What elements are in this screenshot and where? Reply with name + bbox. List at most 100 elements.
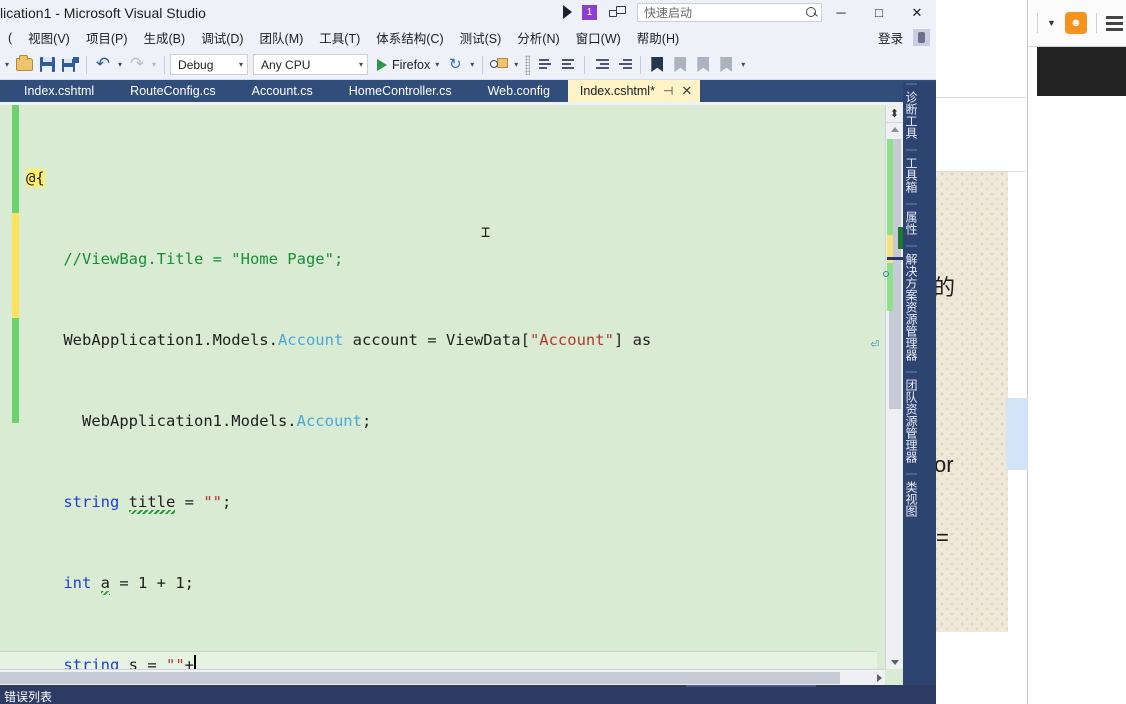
tab-index-cshtml[interactable]: Index.cshtml bbox=[6, 80, 112, 102]
maximize-button[interactable]: □ bbox=[860, 0, 898, 25]
scrollbar-marker-saved bbox=[887, 139, 893, 235]
menu-item-help[interactable]: 帮助(H) bbox=[629, 26, 687, 49]
toolbar-divider bbox=[1095, 13, 1097, 33]
toolbar-divider bbox=[640, 55, 642, 74]
notification-flag-icon[interactable] bbox=[563, 4, 579, 21]
close-icon[interactable]: ✕ bbox=[681, 83, 692, 99]
sign-in-link[interactable]: 登录 bbox=[878, 28, 903, 47]
tool-tab-team-explorer[interactable]: 团队资源管理器 bbox=[903, 370, 920, 472]
menu-item-0[interactable]: ( bbox=[0, 29, 20, 47]
navigate-backward-icon[interactable] bbox=[534, 54, 556, 76]
tool-tab-class-view[interactable]: 类视图 bbox=[903, 472, 920, 526]
chevron-down-icon: ▾ bbox=[239, 60, 244, 69]
start-debugging-button[interactable]: Firefox ▾ bbox=[373, 58, 443, 72]
menu-item-view[interactable]: 视图(V) bbox=[20, 26, 78, 49]
toolbar-grip[interactable] bbox=[525, 54, 531, 75]
scrollbar-marker-dot bbox=[883, 271, 889, 277]
chevron-down-icon[interactable]: ▾ bbox=[435, 60, 439, 69]
tab-routeconfig-cs[interactable]: RouteConfig.cs bbox=[112, 80, 233, 102]
navigate-forward-icon[interactable] bbox=[557, 54, 579, 76]
redo-dropdown-caret[interactable]: ▾ bbox=[149, 60, 159, 69]
find-in-files-icon[interactable] bbox=[488, 54, 510, 76]
open-file-icon[interactable] bbox=[13, 54, 35, 76]
screen: i 的 or = ▼ ☻ lication1 - Microsoft Visua… bbox=[0, 0, 1126, 704]
refresh-dropdown-caret[interactable]: ▾ bbox=[467, 60, 477, 69]
tab-index-cshtml-active[interactable]: Index.cshtml* ⊣ ✕ bbox=[567, 80, 701, 102]
tab-homecontroller-cs[interactable]: HomeController.cs bbox=[331, 80, 470, 102]
menu-item-window[interactable]: 窗口(W) bbox=[568, 26, 629, 49]
status-bar-text: 错误列表 bbox=[4, 690, 53, 704]
configuration-combo[interactable]: Debug ▾ bbox=[170, 54, 249, 75]
background-cell bbox=[930, 98, 1026, 172]
code-editor-viewport[interactable]: @{ //ViewBag.Title = "Home Page"; WebApp… bbox=[0, 105, 885, 669]
editor-vertical-scrollbar[interactable]: ⬍ bbox=[883, 105, 906, 669]
standard-toolbar: ▾ ↶ ▾ ↷ ▾ Debug ▾ Any CPU ▾ Firefox ▾ ↻ … bbox=[0, 50, 936, 80]
save-icon[interactable] bbox=[36, 54, 58, 76]
toolbar-divider bbox=[86, 55, 88, 74]
undo-icon[interactable]: ↶ bbox=[92, 54, 114, 76]
code-line: //ViewBag.Title = "Home Page"; bbox=[63, 250, 344, 268]
split-view-button[interactable]: ⬍ bbox=[886, 105, 903, 123]
code-text[interactable]: @{ //ViewBag.Title = "Home Page"; WebApp… bbox=[0, 111, 879, 669]
h-scrollbar-thumb[interactable] bbox=[0, 672, 840, 684]
chevron-down-icon: ▾ bbox=[359, 60, 364, 69]
toolbar-options-caret[interactable]: ▾ bbox=[738, 60, 748, 69]
toolbar-divider bbox=[1037, 13, 1038, 33]
notification-count-badge[interactable]: 1 bbox=[582, 5, 597, 20]
code-editor[interactable]: @{ //ViewBag.Title = "Home Page"; WebApp… bbox=[0, 105, 906, 685]
avatar-icon[interactable]: ☻ bbox=[1064, 12, 1087, 34]
uncomment-selection-icon[interactable] bbox=[613, 54, 635, 76]
tool-tab-toolbox[interactable]: 工具箱 bbox=[903, 148, 920, 202]
scroll-right-arrow[interactable] bbox=[877, 674, 882, 682]
minimize-button[interactable]: ─ bbox=[822, 0, 860, 25]
quick-launch-input[interactable]: 快速启动 bbox=[637, 3, 822, 22]
menu-bar-right: 登录 bbox=[878, 25, 936, 50]
change-bar bbox=[12, 105, 19, 669]
menu-item-build[interactable]: 生成(B) bbox=[136, 26, 194, 49]
editor-horizontal-scrollbar[interactable] bbox=[0, 669, 885, 685]
comment-selection-icon[interactable] bbox=[590, 54, 612, 76]
tool-window-tabs: 诊断工具 工具箱 属性 解决方案资源管理器 团队资源管理器 类视图 bbox=[903, 82, 936, 685]
scrollbar-thumb[interactable] bbox=[883, 139, 906, 409]
title-bar-right-controls: 1 快速启动 ─ □ ✕ bbox=[563, 0, 936, 25]
clear-bookmarks-icon[interactable] bbox=[715, 54, 737, 76]
menu-item-architecture[interactable]: 体系结构(C) bbox=[368, 26, 451, 49]
send-feedback-icon[interactable] bbox=[609, 5, 627, 20]
previous-bookmark-icon[interactable] bbox=[669, 54, 691, 76]
platform-combo[interactable]: Any CPU ▾ bbox=[253, 54, 369, 75]
background-highlight-block bbox=[1006, 398, 1028, 470]
code-line: WebApplication1.Models.Account account =… bbox=[63, 331, 879, 352]
next-bookmark-icon[interactable] bbox=[692, 54, 714, 76]
menu-item-debug[interactable]: 调试(D) bbox=[193, 26, 251, 49]
scroll-down-arrow[interactable] bbox=[891, 660, 899, 665]
tool-tab-solution-explorer[interactable]: 解决方案资源管理器 bbox=[903, 244, 920, 370]
refresh-icon[interactable]: ↻ bbox=[444, 54, 466, 76]
menu-item-tools[interactable]: 工具(T) bbox=[311, 26, 368, 49]
chevron-down-icon[interactable]: ▼ bbox=[1047, 18, 1056, 28]
redo-glyph: ↷ bbox=[129, 54, 145, 74]
tab-account-cs[interactable]: Account.cs bbox=[234, 80, 331, 102]
redo-icon[interactable]: ↷ bbox=[126, 54, 148, 76]
status-bar-highlight bbox=[686, 685, 816, 687]
save-all-icon[interactable] bbox=[59, 54, 81, 76]
undo-glyph: ↶ bbox=[95, 54, 111, 74]
find-dropdown-caret[interactable]: ▾ bbox=[511, 60, 521, 69]
toolbar-overflow-caret[interactable]: ▾ bbox=[2, 60, 12, 69]
tab-web-config[interactable]: Web.config bbox=[470, 80, 568, 102]
toggle-bookmark-icon[interactable] bbox=[646, 54, 668, 76]
scroll-up-arrow[interactable] bbox=[891, 127, 899, 132]
menu-item-test[interactable]: 测试(S) bbox=[452, 26, 510, 49]
menu-item-analyze[interactable]: 分析(N) bbox=[509, 26, 567, 49]
account-icon[interactable] bbox=[913, 29, 930, 46]
menu-item-project[interactable]: 项目(P) bbox=[78, 26, 136, 49]
undo-dropdown-caret[interactable]: ▾ bbox=[115, 60, 125, 69]
tool-tab-properties[interactable]: 属性 bbox=[903, 202, 920, 244]
menu-item-team[interactable]: 团队(M) bbox=[252, 26, 312, 49]
hamburger-menu-icon[interactable] bbox=[1105, 15, 1123, 31]
scrollbar-marker-saved bbox=[887, 263, 893, 311]
tool-tab-diagnostics[interactable]: 诊断工具 bbox=[903, 82, 920, 148]
pin-icon[interactable]: ⊣ bbox=[663, 84, 673, 98]
close-button[interactable]: ✕ bbox=[898, 0, 936, 25]
background-cell bbox=[930, 0, 1026, 98]
code-line: string title = ""; bbox=[63, 493, 232, 511]
